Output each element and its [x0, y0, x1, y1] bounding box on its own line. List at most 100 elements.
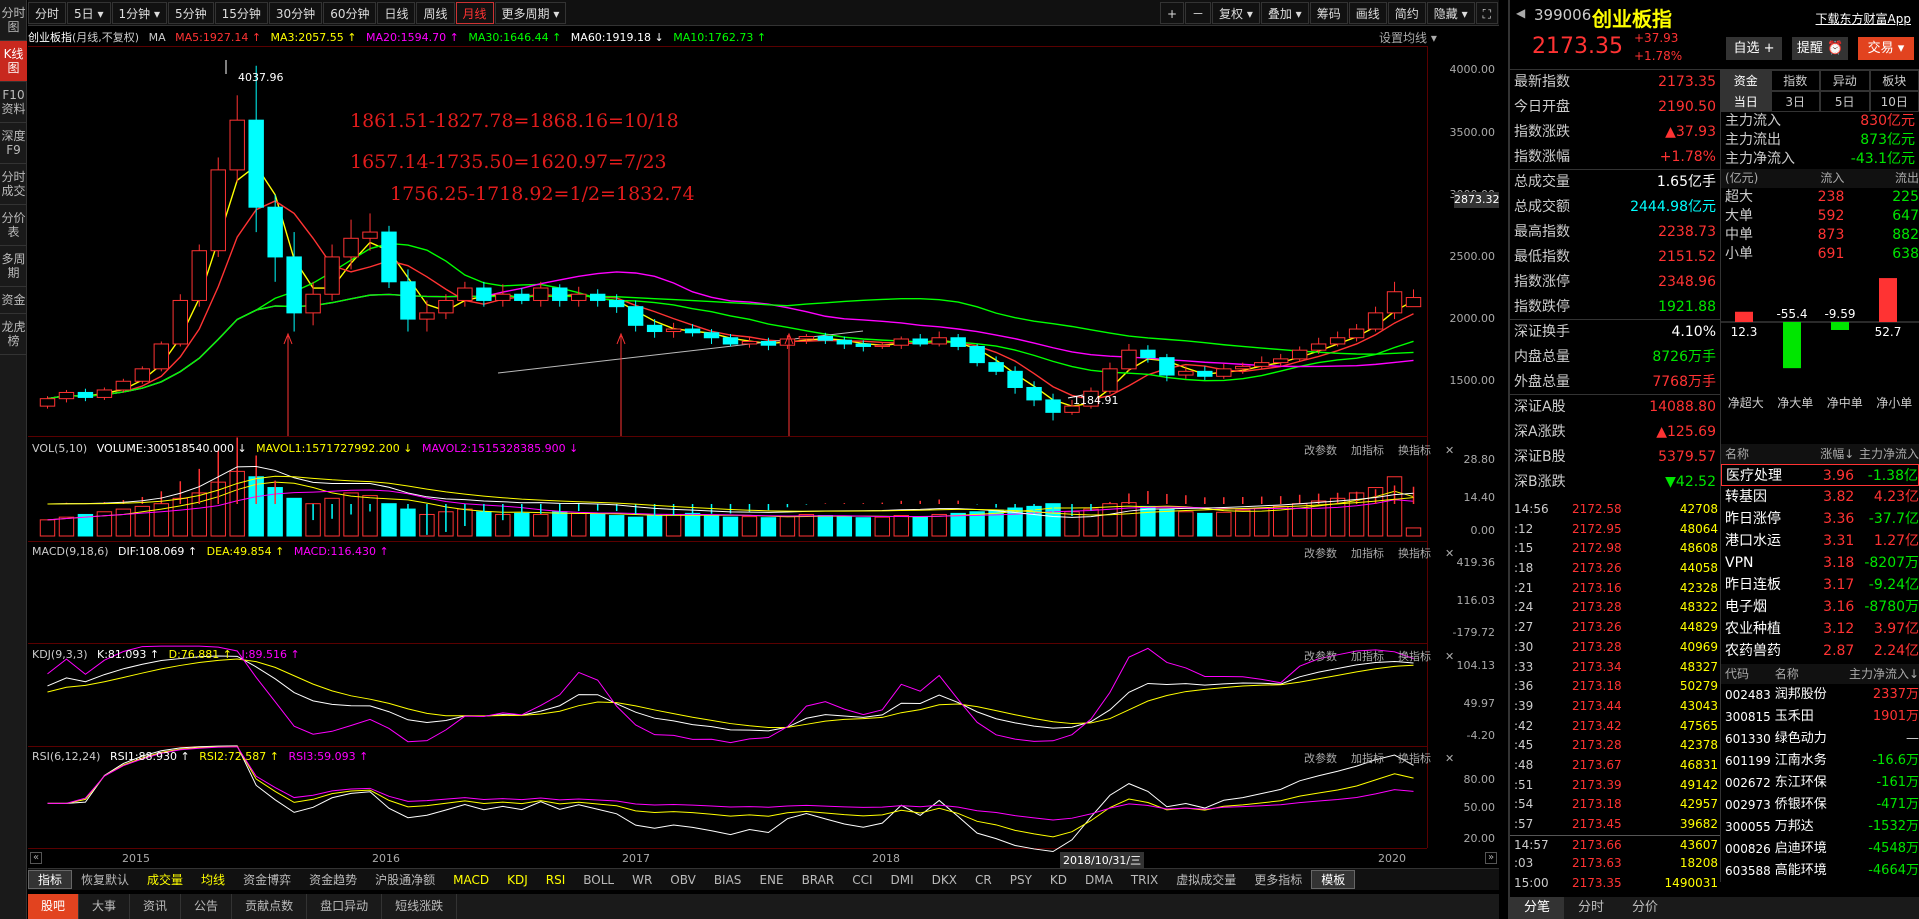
sector-row[interactable]: 农药兽药 2.87 2.24亿	[1721, 640, 1919, 662]
indicator-tab[interactable]: BRAR	[793, 873, 844, 887]
period-tab[interactable]: 5日	[1820, 91, 1870, 112]
pane-button[interactable]: 换指标	[1398, 444, 1431, 457]
bottom-tab[interactable]: 股吧	[28, 894, 80, 919]
toolbar-button[interactable]: 筹码	[1309, 1, 1348, 24]
period-tab[interactable]: 10日	[1869, 91, 1919, 112]
indicator-tab[interactable]: BIAS	[705, 873, 751, 887]
sector-row[interactable]: 昨日涨停 3.36 -37.7亿	[1721, 508, 1919, 530]
tick-tab[interactable]: 分价	[1618, 897, 1672, 919]
tick-tab[interactable]: 分时	[1564, 897, 1618, 919]
ma-settings-button[interactable]: 设置均线 ▾	[1379, 29, 1437, 46]
pane-button[interactable]: 改参数	[1304, 444, 1337, 457]
indicator-tab[interactable]: DKX	[923, 873, 966, 887]
indicator-tab[interactable]: KD	[1041, 873, 1076, 887]
indicator-tab[interactable]: 资金趋势	[300, 871, 366, 888]
sidebar-tab[interactable]: 深度F9	[0, 123, 27, 164]
scroll-left-icon[interactable]: «	[30, 852, 42, 864]
indicator-tab[interactable]: WR	[623, 873, 661, 887]
bottom-tab[interactable]: 贡献点数	[232, 894, 308, 919]
indicator-tab[interactable]: BOLL	[574, 873, 623, 887]
stock-row[interactable]: 300055 万邦达 -1532万	[1721, 816, 1919, 838]
bottom-tab[interactable]: 大事	[79, 894, 131, 919]
indicator-tab[interactable]: TRIX	[1122, 873, 1167, 887]
bottom-tab[interactable]: 资讯	[130, 894, 182, 919]
period-tab[interactable]: 1分钟 ▾	[111, 1, 167, 24]
stock-row[interactable]: 002973 侨银环保 -471万	[1721, 794, 1919, 816]
stock-row[interactable]: 603588 高能环境 -4664万	[1721, 860, 1919, 882]
indicator-tab[interactable]: OBV	[661, 873, 705, 887]
sidebar-tab[interactable]: 分时成交	[0, 164, 27, 205]
indicator-tab[interactable]: PSY	[1001, 873, 1041, 887]
toolbar-button[interactable]: 隐藏 ▾	[1426, 1, 1475, 24]
pane-button[interactable]: ✕	[1445, 752, 1454, 765]
toolbar-button[interactable]: －	[1185, 1, 1212, 24]
sector-row[interactable]: 昨日连板 3.17 -9.24亿	[1721, 574, 1919, 596]
trade-button[interactable]: 交易 ▾	[1858, 37, 1914, 60]
sidebar-tab[interactable]: K线图	[0, 41, 27, 82]
period-tab[interactable]: 15分钟	[214, 1, 268, 24]
add-watchlist-button[interactable]: 自选 +	[1726, 37, 1782, 60]
alert-button[interactable]: 提醒 ⏰	[1792, 37, 1848, 60]
period-tab[interactable]: 日线	[377, 1, 416, 24]
period-tab[interactable]: 60分钟	[323, 1, 377, 24]
indicator-tab[interactable]: 沪股通净额	[366, 871, 444, 888]
toolbar-button[interactable]: 简约	[1387, 1, 1426, 24]
toolbar-button[interactable]: 复权 ▾	[1212, 1, 1260, 24]
sidebar-tab[interactable]: 资金	[0, 287, 27, 314]
toolbar-button[interactable]: +	[1159, 1, 1184, 24]
pane-button[interactable]: 改参数	[1304, 752, 1337, 765]
stock-row[interactable]: 002483 润邦股份 2337万	[1721, 684, 1919, 706]
stock-row[interactable]: 002672 东江环保 -161万	[1721, 772, 1919, 794]
indicator-tab[interactable]: CCI	[843, 873, 881, 887]
period-tab[interactable]: 分时	[28, 1, 67, 24]
indicator-tab[interactable]: 均线	[192, 871, 234, 888]
stock-row[interactable]: 000826 启迪环境 -4548万	[1721, 838, 1919, 860]
download-app-link[interactable]: 下载东方财富App	[1816, 10, 1911, 27]
indicator-tab[interactable]: 模板	[1311, 870, 1356, 889]
period-tab[interactable]: 3日	[1770, 91, 1820, 112]
pane-button[interactable]: 改参数	[1304, 547, 1337, 560]
indicator-tab[interactable]: ENE	[750, 873, 792, 887]
sidebar-tab[interactable]: 龙虎榜	[0, 314, 27, 355]
sector-row[interactable]: 港口水运 3.31 1.27亿	[1721, 530, 1919, 552]
bottom-tab[interactable]: 公告	[181, 894, 233, 919]
toolbar-button[interactable]: 画线	[1348, 1, 1387, 24]
pane-button[interactable]: 换指标	[1398, 650, 1431, 663]
indicator-tab[interactable]: 更多指标	[1245, 871, 1311, 888]
pane-button[interactable]: 加指标	[1351, 752, 1384, 765]
period-tab[interactable]: 30分钟	[268, 1, 323, 24]
period-tab[interactable]: 月线	[455, 1, 494, 24]
pane-button[interactable]: 换指标	[1398, 547, 1431, 560]
period-tab[interactable]: 5日 ▾	[67, 1, 111, 24]
bottom-tab[interactable]: 短线涨跌	[382, 894, 458, 919]
indicator-tab[interactable]: 指标	[28, 870, 73, 889]
indicator-tab[interactable]: 资金博弈	[234, 871, 300, 888]
sidebar-tab[interactable]: 分时图	[0, 0, 27, 41]
sector-row[interactable]: 电子烟 3.16 -8780万	[1721, 596, 1919, 618]
bottom-tab[interactable]: 盘口异动	[307, 894, 383, 919]
period-tab[interactable]: 周线	[416, 1, 455, 24]
indicator-tab[interactable]: RSI	[537, 873, 575, 887]
indicator-tab[interactable]: CR	[966, 873, 1001, 887]
period-tab[interactable]: 5分钟	[167, 1, 214, 24]
sector-row[interactable]: 转基因 3.82 4.23亿	[1721, 486, 1919, 508]
indicator-tab[interactable]: 成交量	[138, 871, 192, 888]
period-tab[interactable]: 更多周期 ▾	[494, 1, 567, 24]
stock-row[interactable]: 300815 玉禾田 1901万	[1721, 706, 1919, 728]
pane-button[interactable]: 换指标	[1398, 752, 1431, 765]
sector-row[interactable]: VPN 3.18 -8207万	[1721, 552, 1919, 574]
period-tab[interactable]: 当日	[1721, 91, 1771, 112]
chart-area[interactable]	[28, 46, 1499, 866]
indicator-tab[interactable]: 恢复默认	[72, 871, 138, 888]
toolbar-button[interactable]: 叠加 ▾	[1260, 1, 1309, 24]
fund-tab[interactable]: 异动	[1820, 70, 1870, 91]
collapse-icon[interactable]: ◀	[1516, 6, 1525, 20]
indicator-tab[interactable]: 虚拟成交量	[1167, 871, 1245, 888]
indicator-tab[interactable]: KDJ	[498, 873, 537, 887]
indicator-tab[interactable]: DMA	[1076, 873, 1122, 887]
sector-row[interactable]: 医疗处理 3.96 -1.38亿	[1721, 464, 1919, 486]
stock-row[interactable]: 601330 绿色动力 —	[1721, 728, 1919, 750]
fund-tab[interactable]: 板块	[1869, 70, 1919, 91]
ma-label[interactable]: MA	[149, 31, 166, 44]
fund-tab[interactable]: 资金	[1721, 70, 1771, 91]
